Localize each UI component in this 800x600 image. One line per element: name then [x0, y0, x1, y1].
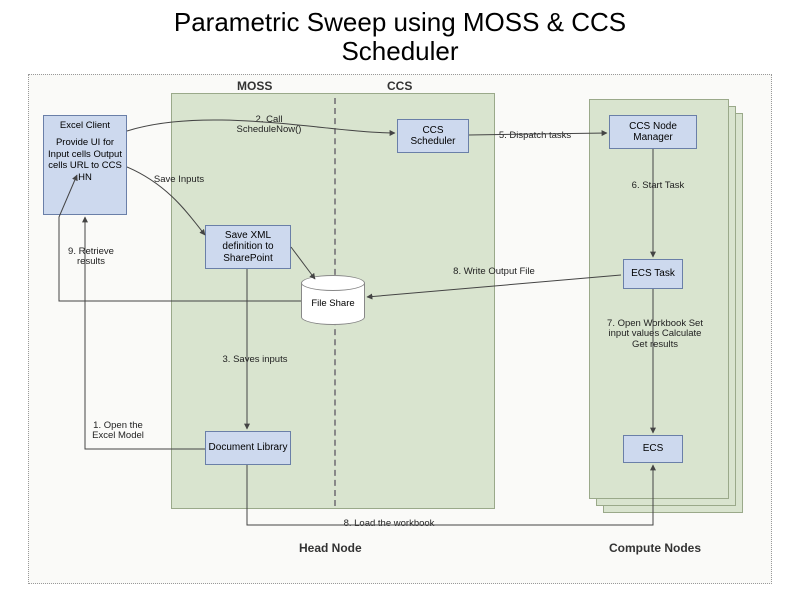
ecs-task-box: ECS Task: [623, 259, 683, 289]
title-line1: Parametric Sweep using MOSS & CCS: [174, 7, 626, 37]
label-9: 9. Retrieve results: [63, 247, 119, 268]
excel-desc: Provide UI for Input cells Output cells …: [48, 137, 122, 183]
label-save-inputs: Save Inputs: [149, 175, 209, 185]
label-7: 7. Open Workbook Set input values Calcul…: [605, 319, 705, 350]
file-share-label: File Share: [311, 298, 354, 309]
label-1: 1. Open the Excel Model: [83, 421, 153, 442]
diagram-canvas: MOSS CCS Excel Client Provide UI for Inp…: [28, 74, 772, 584]
save-xml-box: Save XML definition to SharePoint: [205, 225, 291, 269]
footer-headnode: Head Node: [299, 541, 362, 555]
footer-compute: Compute Nodes: [609, 541, 701, 555]
label-3: 3. Saves inputs: [215, 355, 295, 365]
title-line2: Scheduler: [341, 36, 458, 66]
moss-label: MOSS: [237, 79, 272, 93]
doc-lib-box: Document Library: [205, 431, 291, 465]
ccs-scheduler-box: CCS Scheduler: [397, 119, 469, 153]
excel-client-box: Excel Client Provide UI for Input cells …: [43, 115, 127, 215]
label-5: 5. Dispatch tasks: [495, 131, 575, 141]
label-2: 2. Call ScheduleNow(): [229, 115, 309, 136]
ecs-box: ECS: [623, 435, 683, 463]
excel-name: Excel Client: [48, 120, 122, 131]
label-8w: 8. Write Output File: [449, 267, 539, 277]
label-6: 6. Start Task: [623, 181, 693, 191]
ccs-label: CCS: [387, 79, 412, 93]
node-manager-box: CCS Node Manager: [609, 115, 697, 149]
page-title: Parametric Sweep using MOSS & CCS Schedu…: [0, 0, 800, 65]
label-8l: 8. Load the workbook: [329, 519, 449, 529]
